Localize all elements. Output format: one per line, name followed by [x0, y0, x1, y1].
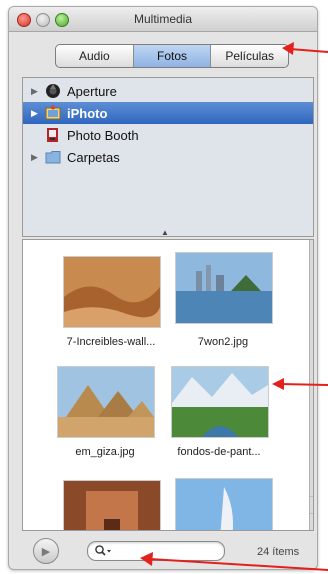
photo-caption: em_giza.jpg [75, 446, 135, 458]
source-item-carpetas[interactable]: ▶ Carpetas [23, 146, 313, 168]
media-browser-window: Multimedia Audio Fotos Películas ▶ Apert… [8, 6, 318, 570]
photo-thumbnail[interactable] [175, 252, 273, 324]
scroll-down-arrow-icon[interactable]: ▼ [310, 513, 313, 530]
scroll-up-arrow-icon[interactable]: ▲ [310, 496, 313, 513]
tab-audio[interactable]: Audio [56, 45, 133, 67]
folder-icon [45, 149, 61, 165]
photo-thumbnail[interactable] [175, 478, 273, 530]
window-title: Multimedia [133, 12, 193, 26]
source-label: Aperture [67, 83, 117, 99]
source-label: Carpetas [67, 149, 120, 165]
tab-fotos[interactable]: Fotos [132, 45, 211, 67]
search-icon[interactable] [94, 544, 114, 558]
disclosure-triangle-icon[interactable]: ▶ [31, 152, 38, 163]
photo-caption: 7-Increibles-wall... [66, 336, 156, 348]
disclosure-triangle-icon[interactable]: ▶ [31, 108, 38, 119]
source-label: Photo Booth [67, 127, 139, 143]
photo-thumbnail[interactable] [63, 256, 161, 328]
source-label: iPhoto [67, 105, 108, 121]
media-type-tabs: Audio Fotos Películas [55, 44, 289, 68]
photo-booth-icon [45, 127, 61, 143]
photo-thumbnail[interactable] [171, 366, 269, 438]
aperture-icon [45, 83, 61, 99]
annotation-arrow-icon [272, 378, 328, 390]
source-item-photo-booth[interactable]: Photo Booth [23, 124, 313, 146]
photo-thumbnail[interactable] [63, 480, 161, 530]
disclosure-triangle-icon[interactable]: ▶ [31, 86, 38, 97]
photo-caption: fondos-de-pant... [177, 446, 261, 458]
annotation-arrow-icon [140, 552, 328, 571]
title-bar: Multimedia [9, 7, 317, 32]
iphoto-icon [45, 105, 61, 121]
source-list: ▶ Aperture ▶ iPhoto Photo Booth ▶ Carpet… [22, 77, 314, 237]
play-icon: ▶ [41, 545, 51, 558]
splitter-handle-icon[interactable]: ▲ [161, 228, 169, 237]
scroll-thumb[interactable] [313, 436, 314, 482]
annotation-arrow-icon [282, 42, 328, 55]
photo-caption: 7won2.jpg [197, 336, 249, 348]
tab-peliculas[interactable]: Películas [210, 45, 288, 67]
source-item-aperture[interactable]: ▶ Aperture [23, 80, 313, 102]
source-item-iphoto[interactable]: ▶ iPhoto [23, 102, 313, 124]
play-button[interactable]: ▶ [33, 538, 59, 564]
photo-thumbnail[interactable] [57, 366, 155, 438]
